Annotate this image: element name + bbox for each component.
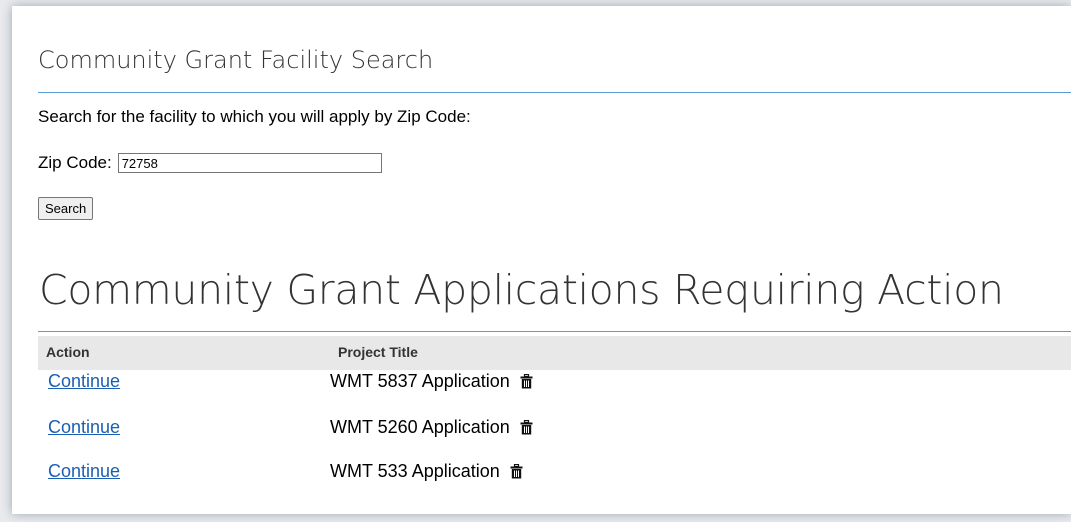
table-row: Continue WMT 5260 Application — [38, 413, 1071, 443]
column-header-action: Action — [46, 344, 90, 360]
project-title: WMT 5837 Application — [330, 371, 510, 391]
applications-title: Community Grant Applications Requiring A… — [39, 266, 1004, 314]
table-header: Action Project Title — [38, 336, 1071, 370]
continue-link[interactable]: Continue — [48, 371, 120, 392]
continue-link[interactable]: Continue — [48, 461, 120, 482]
facility-search-title: Community Grant Facility Search — [38, 46, 434, 74]
title-divider — [38, 92, 1071, 93]
table-row: Continue WMT 5837 Application — [38, 367, 1071, 397]
applications-divider — [38, 331, 1071, 332]
trash-icon[interactable] — [510, 464, 523, 479]
project-title: WMT 5260 Application — [330, 417, 510, 437]
project-title-cell: WMT 5837 Application — [330, 371, 533, 392]
continue-link[interactable]: Continue — [48, 417, 120, 438]
content-panel: Community Grant Facility Search Search f… — [12, 6, 1071, 514]
zip-code-input[interactable] — [117, 153, 382, 173]
table-row: Continue WMT 533 Application — [38, 457, 1071, 487]
column-header-project-title: Project Title — [338, 344, 418, 360]
zip-code-row: Zip Code: — [38, 149, 382, 177]
project-title-cell: WMT 5260 Application — [330, 417, 533, 438]
project-title: WMT 533 Application — [330, 461, 500, 481]
search-button[interactable]: Search — [38, 197, 94, 220]
project-title-cell: WMT 533 Application — [330, 461, 523, 482]
trash-icon[interactable] — [520, 420, 533, 435]
search-instructions: Search for the facility to which you wil… — [38, 107, 471, 126]
zip-code-label: Zip Code: — [38, 153, 112, 172]
trash-icon[interactable] — [520, 374, 533, 389]
